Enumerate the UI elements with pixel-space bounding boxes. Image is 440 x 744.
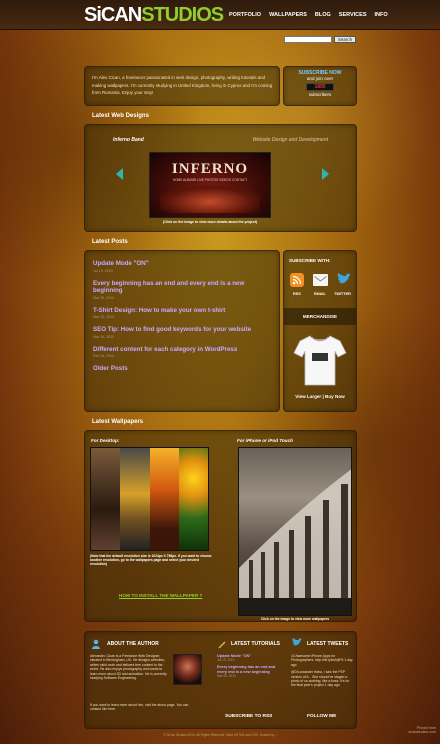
twitter-icon[interactable]	[336, 273, 352, 287]
project-screenshot[interactable]: INFERNO HOME ALBUMS LIVE PHOTOS VIDEOS C…	[149, 152, 271, 218]
post-date: Mar 14, 2010	[93, 334, 115, 339]
author-icon	[91, 639, 101, 651]
inferno-menu: HOME ALBUMS LIVE PHOTOS VIDEOS CONTACT	[172, 178, 248, 182]
desktop-note: (Note that the default resolution size i…	[90, 554, 212, 567]
watermark: Pinned from sicanstudios.com	[408, 726, 436, 734]
project-category: Website Design and Development	[252, 137, 328, 143]
tutorial-date: Jul 19, 2010	[217, 658, 235, 662]
latest-posts-title: Latest Posts	[92, 239, 128, 245]
latest-posts-panel: Update Mode "ON" Jul 19, 2010 Every begi…	[84, 250, 280, 412]
wallpapers-panel: For Desktop: For iPhone or iPod Touch (N…	[84, 430, 357, 622]
tutorial-title[interactable]: Every beginning has an end and every end…	[217, 665, 277, 674]
wallpaper-thumb[interactable]	[149, 448, 179, 550]
logo-part2: STUDIOS	[141, 4, 224, 26]
tweet-item[interactable]: 10 Awesome iPhone Apps for Photographers…	[291, 654, 353, 667]
subscribe-with-panel: SUBSCRIBE WITH: RSS EMAIL TWITTER MERCHA…	[283, 250, 357, 412]
post-title[interactable]: Every beginning has an end and every end…	[93, 280, 273, 295]
merch-link[interactable]: View Larger | Buy Now	[284, 394, 356, 399]
merchandise-title: MERCHANDISE	[284, 308, 356, 325]
post-date: Mar 26, 2010	[93, 295, 115, 300]
slider-next-arrow[interactable]	[322, 168, 329, 180]
rss-label: RSS	[293, 292, 301, 296]
post-item[interactable]: Every beginning has an end and every end…	[93, 280, 273, 300]
subscribe-rss-link[interactable]: SUBSCRIBE TO RSS	[225, 714, 272, 719]
about-author-text: Alexandru Cican is a Freelance Web Desig…	[90, 654, 167, 681]
nav-info[interactable]: INFO	[375, 12, 388, 18]
subscribe-with-title: SUBSCRIBE WITH:	[289, 258, 331, 263]
post-item[interactable]: Update Mode "ON" Jul 19, 2010	[93, 260, 273, 273]
post-title[interactable]: T-Shirt Design: How to make your own t-s…	[93, 307, 273, 315]
project-name: Inferno Band	[113, 137, 144, 143]
main-nav: PORTFOLIO WALLPAPERS BLOG SERVICES INFO	[229, 12, 388, 18]
desktop-label: For Desktop:	[91, 438, 120, 443]
older-posts-link[interactable]: Older Posts	[93, 365, 273, 373]
nav-blog[interactable]: BLOG	[315, 12, 331, 18]
latest-tweets-title: LATEST TWEETS	[307, 641, 349, 647]
follow-me-link[interactable]: FOLLOW ME	[307, 714, 336, 719]
latest-wallpapers-title: Latest Wallpapers	[92, 419, 144, 425]
nav-services[interactable]: SERVICES	[339, 12, 367, 18]
inferno-hero-art	[160, 185, 260, 213]
web-designs-panel: Inferno Band Website Design and Developm…	[84, 124, 357, 232]
post-date: Jul 19, 2010	[93, 268, 113, 273]
project-caption: (Click on the image to view more details…	[162, 220, 257, 224]
logo-part1: SiCAN	[84, 4, 142, 26]
post-date: Mar 22, 2010	[93, 315, 115, 319]
tutorials-list: Update Mode "ON" Jul 19, 2010 Every begi…	[217, 654, 277, 678]
wallpaper-thumb[interactable]	[120, 448, 150, 550]
watermark-line2: sicanstudios.com	[408, 730, 436, 734]
post-item[interactable]: Different content for each category in W…	[93, 346, 273, 359]
mobile-caption: Click on the image to view more wallpape…	[260, 617, 330, 621]
email-label: EMAIL	[314, 292, 326, 296]
subscribe-panel: SUBSCRIBE NOW and join over 1895 subscri…	[283, 66, 357, 106]
subscriber-count: 1895	[306, 83, 334, 91]
rss-icon[interactable]	[290, 273, 304, 287]
post-title[interactable]: Update Mode "ON"	[93, 260, 273, 268]
nav-portfolio[interactable]: PORTFOLIO	[229, 12, 261, 18]
intro-text: I'm Alex Cican, a freelancer passionated…	[92, 75, 273, 95]
tutorial-date: Mar 26, 2010	[217, 674, 236, 679]
site-logo[interactable]: SiCANSTUDIOS	[84, 4, 224, 26]
about-author-more[interactable]: If you want to learn more about him, vis…	[90, 703, 200, 712]
subscribe-line2: and join over	[306, 76, 334, 81]
post-title[interactable]: Different content for each category in W…	[93, 346, 273, 354]
install-wallpaper-link[interactable]: HOW TO INSTALL THE WALLPAPER ?	[119, 593, 202, 598]
intro-panel: I'm Alex Cican, a freelancer passionated…	[84, 66, 280, 106]
copyright-text: © SiCan Studios 2010. All Rights Reserve…	[163, 733, 278, 737]
wallpaper-thumb[interactable]	[178, 448, 208, 550]
pencil-icon	[217, 639, 227, 651]
about-author-title: ABOUT THE AUTHOR	[107, 641, 159, 647]
twitter-label: TWITTER	[334, 292, 351, 296]
nav-wallpapers[interactable]: WALLPAPERS	[269, 12, 307, 18]
tweet-item[interactable]: @DrLancaster Haha, I saw the PSP version…	[291, 670, 353, 688]
search-form: Search	[284, 36, 356, 43]
post-item[interactable]: T-Shirt Design: How to make your own t-s…	[93, 307, 273, 320]
post-title[interactable]: SEO Tip: How to find good keywords for y…	[93, 326, 273, 334]
tweets-list: 10 Awesome iPhone Apps for Photographers…	[291, 654, 353, 688]
latest-tutorials-title: LATEST TUTORIALS	[231, 641, 280, 647]
mobile-label: For iPhone or iPod Touch	[237, 438, 293, 443]
search-input[interactable]	[284, 36, 332, 43]
twitter-bird-icon	[291, 638, 303, 650]
desktop-wallpaper-strip[interactable]	[90, 447, 209, 551]
posts-list: Update Mode "ON" Jul 19, 2010 Every begi…	[93, 260, 273, 373]
email-icon[interactable]	[313, 274, 328, 286]
post-date: Feb 26, 2010	[93, 354, 115, 358]
footer-panel: ABOUT THE AUTHOR Alexandru Cican is a Fr…	[84, 631, 357, 729]
header-bar: SiCANSTUDIOS PORTFOLIO WALLPAPERS BLOG S…	[0, 0, 440, 30]
latest-web-designs-title: Latest Web Designs	[92, 113, 149, 119]
author-avatar	[173, 654, 202, 685]
mobile-wallpaper[interactable]	[238, 447, 352, 616]
inferno-logo: INFERNO	[171, 161, 249, 177]
tshirt-image[interactable]	[292, 333, 348, 387]
slider-prev-arrow[interactable]	[116, 168, 123, 180]
post-item[interactable]: SEO Tip: How to find good keywords for y…	[93, 326, 273, 339]
subscribe-line3: subscribers	[308, 92, 332, 97]
search-button[interactable]: Search	[334, 36, 356, 43]
wallpaper-thumb[interactable]	[91, 448, 121, 550]
